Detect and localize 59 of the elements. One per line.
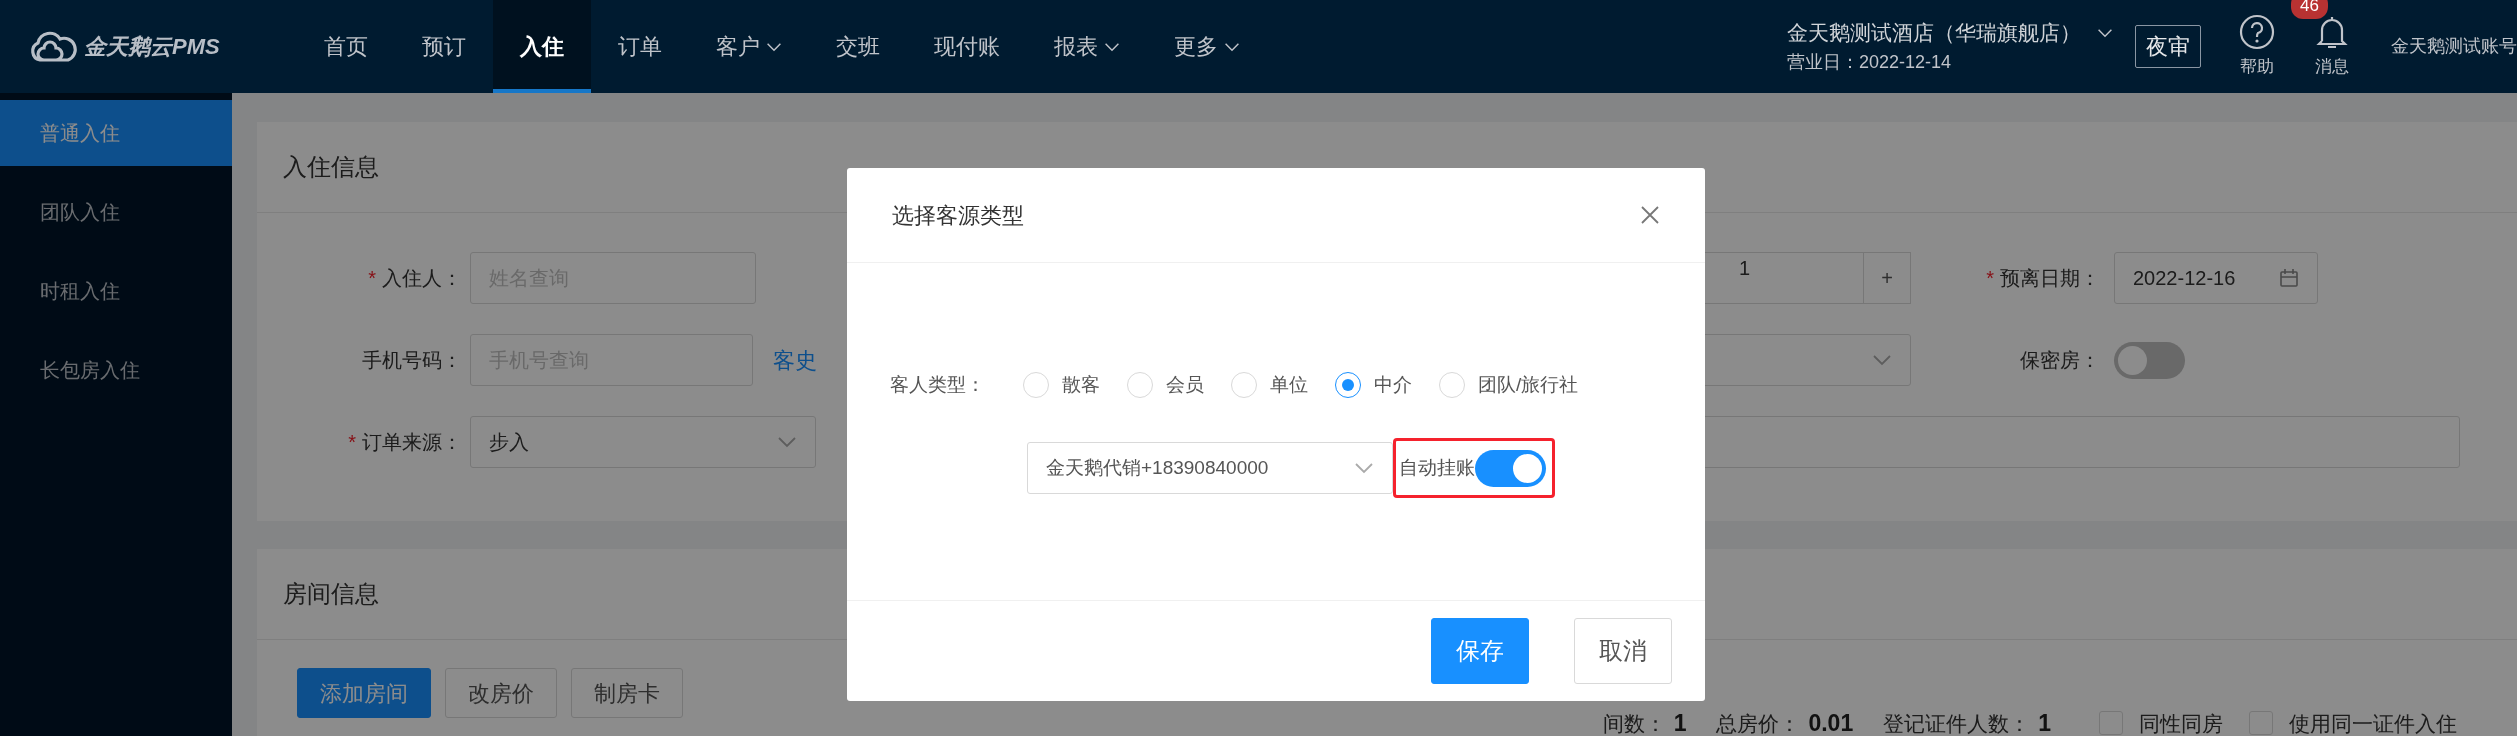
nav-item[interactable]: 入住: [493, 0, 591, 93]
radio-option[interactable]: 团队/旅行社: [1439, 370, 1579, 400]
checkbox-label: 使用同一证件入住: [2289, 710, 2457, 736]
close-button[interactable]: [1640, 205, 1660, 225]
sidebar-item[interactable]: 时租入住: [0, 258, 232, 324]
field-label: 保密房：: [2019, 348, 2100, 373]
sidebar-item[interactable]: 长包房入住: [0, 337, 232, 403]
field-label: * 入住人：: [367, 266, 462, 291]
toggle-switch[interactable]: [2114, 341, 2185, 379]
help-icon: [2239, 13, 2275, 50]
help-button[interactable]: 帮助: [2239, 13, 2275, 80]
summary-value: 0.01: [1808, 709, 1854, 736]
chevron-down-icon: [1224, 41, 1240, 52]
nav-item[interactable]: 报表: [1027, 0, 1147, 93]
summary-value: 1: [2038, 709, 2051, 736]
increment-button[interactable]: +: [1863, 252, 1911, 304]
field-label: * 预离日期：: [1985, 266, 2100, 291]
nav-item[interactable]: 首页: [297, 0, 395, 93]
summary-label: 总房价：: [1716, 710, 1801, 736]
summary-label: 登记证件人数：: [1883, 710, 2031, 736]
business-date: 营业日：2022-12-14: [1787, 50, 1953, 74]
checkbox-label: 同性同房: [2139, 710, 2223, 736]
toggle-switch[interactable]: [1475, 449, 1546, 487]
switch-label: 自动挂账: [1399, 455, 1475, 480]
nav-item[interactable]: 现付账: [907, 0, 1027, 93]
radio-option[interactable]: 单位: [1231, 370, 1308, 400]
select-field[interactable]: 步入: [470, 416, 816, 468]
night-audit-button[interactable]: 夜审: [2135, 25, 2201, 68]
radio-option[interactable]: 散客: [1023, 370, 1100, 400]
radio-option[interactable]: 中介: [1335, 370, 1412, 400]
nav-item[interactable]: 更多: [1147, 0, 1267, 93]
chevron-down-icon: [2097, 28, 2113, 38]
nav-item[interactable]: 订单: [591, 0, 689, 93]
field-label: 客人类型：: [890, 372, 986, 397]
nav-item[interactable]: 客户: [689, 0, 809, 93]
summary-value: 1: [1673, 709, 1687, 736]
logo-text: 金天鹅云PMS: [84, 33, 220, 61]
account-name[interactable]: 金天鹅测试账号: [2391, 33, 2517, 60]
chevron-down-icon: [777, 436, 797, 448]
sidebar-item[interactable]: 团队入住: [0, 179, 232, 245]
chevron-down-icon: [1872, 354, 1892, 366]
field-label: 手机号码：: [361, 348, 462, 373]
summary-label: 间数：: [1602, 710, 1666, 736]
calendar-icon: [2279, 268, 2299, 288]
action-button[interactable]: 改房价: [445, 668, 557, 718]
date-field[interactable]: 2022-12-16: [2114, 252, 2318, 304]
field-label: * 订单来源：: [347, 430, 462, 455]
select-field[interactable]: 金天鹅代销+18390840000: [1027, 442, 1393, 494]
close-icon: [1640, 205, 1660, 225]
chevron-down-icon: [766, 41, 782, 52]
hotel-name[interactable]: 金天鹅测试酒店（华瑞旗舰店）: [1787, 17, 2081, 49]
cloud-icon: [28, 30, 78, 63]
action-button[interactable]: 制房卡: [571, 668, 683, 718]
cancel-button[interactable]: 取消: [1574, 618, 1672, 684]
chevron-down-icon: [1104, 41, 1120, 52]
radio-option[interactable]: 会员: [1127, 370, 1204, 400]
chevron-down-icon: [1354, 462, 1374, 474]
nav-item[interactable]: 交班: [809, 0, 907, 93]
nav-item[interactable]: 预订: [395, 0, 493, 93]
